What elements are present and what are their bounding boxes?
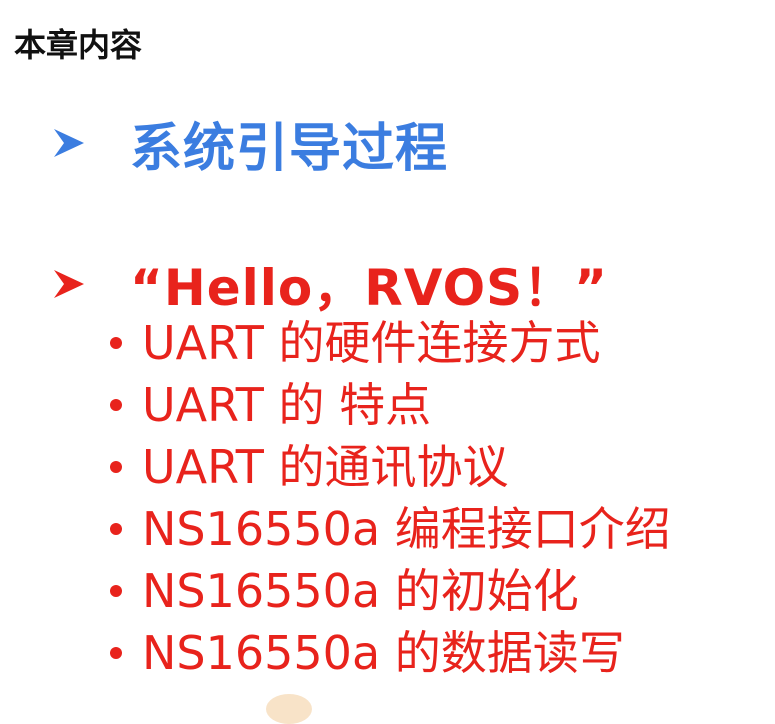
list-item: NS16550a 编程接口介绍 bbox=[110, 498, 671, 560]
list-item: UART 的通讯协议 bbox=[110, 436, 671, 498]
sub-item-list: UART 的硬件连接方式 UART 的 特点 UART 的通讯协议 NS1655… bbox=[110, 312, 671, 684]
section-1: 系统引导过程 bbox=[52, 112, 448, 179]
dot-icon bbox=[110, 523, 122, 535]
arrowhead-icon bbox=[54, 270, 84, 298]
dot-icon bbox=[110, 337, 122, 349]
page-title: 本章内容 bbox=[14, 26, 143, 64]
dot-icon bbox=[110, 461, 122, 473]
list-item: NS16550a 的初始化 bbox=[110, 560, 671, 622]
list-item-label: NS16550a 的数据读写 bbox=[142, 626, 625, 680]
section-heading: “Hello，RVOS！” bbox=[130, 259, 608, 317]
list-item-label: UART 的 特点 bbox=[142, 378, 432, 432]
section-heading: 系统引导过程 bbox=[130, 118, 449, 179]
list-item: UART 的硬件连接方式 bbox=[110, 312, 671, 374]
list-item: NS16550a 的数据读写 bbox=[110, 622, 671, 684]
dot-icon bbox=[110, 585, 122, 597]
list-item-label: NS16550a 编程接口介绍 bbox=[142, 502, 671, 556]
list-item-label: UART 的硬件连接方式 bbox=[142, 316, 601, 370]
dot-icon bbox=[110, 647, 122, 659]
arrowhead-icon bbox=[54, 129, 84, 157]
list-item: UART 的 特点 bbox=[110, 374, 671, 436]
decorative-spot bbox=[266, 694, 312, 724]
list-item-label: NS16550a 的初始化 bbox=[142, 564, 579, 618]
list-item-label: UART 的通讯协议 bbox=[142, 440, 509, 494]
dot-icon bbox=[110, 399, 122, 411]
section-2: “Hello，RVOS！” bbox=[52, 254, 608, 317]
